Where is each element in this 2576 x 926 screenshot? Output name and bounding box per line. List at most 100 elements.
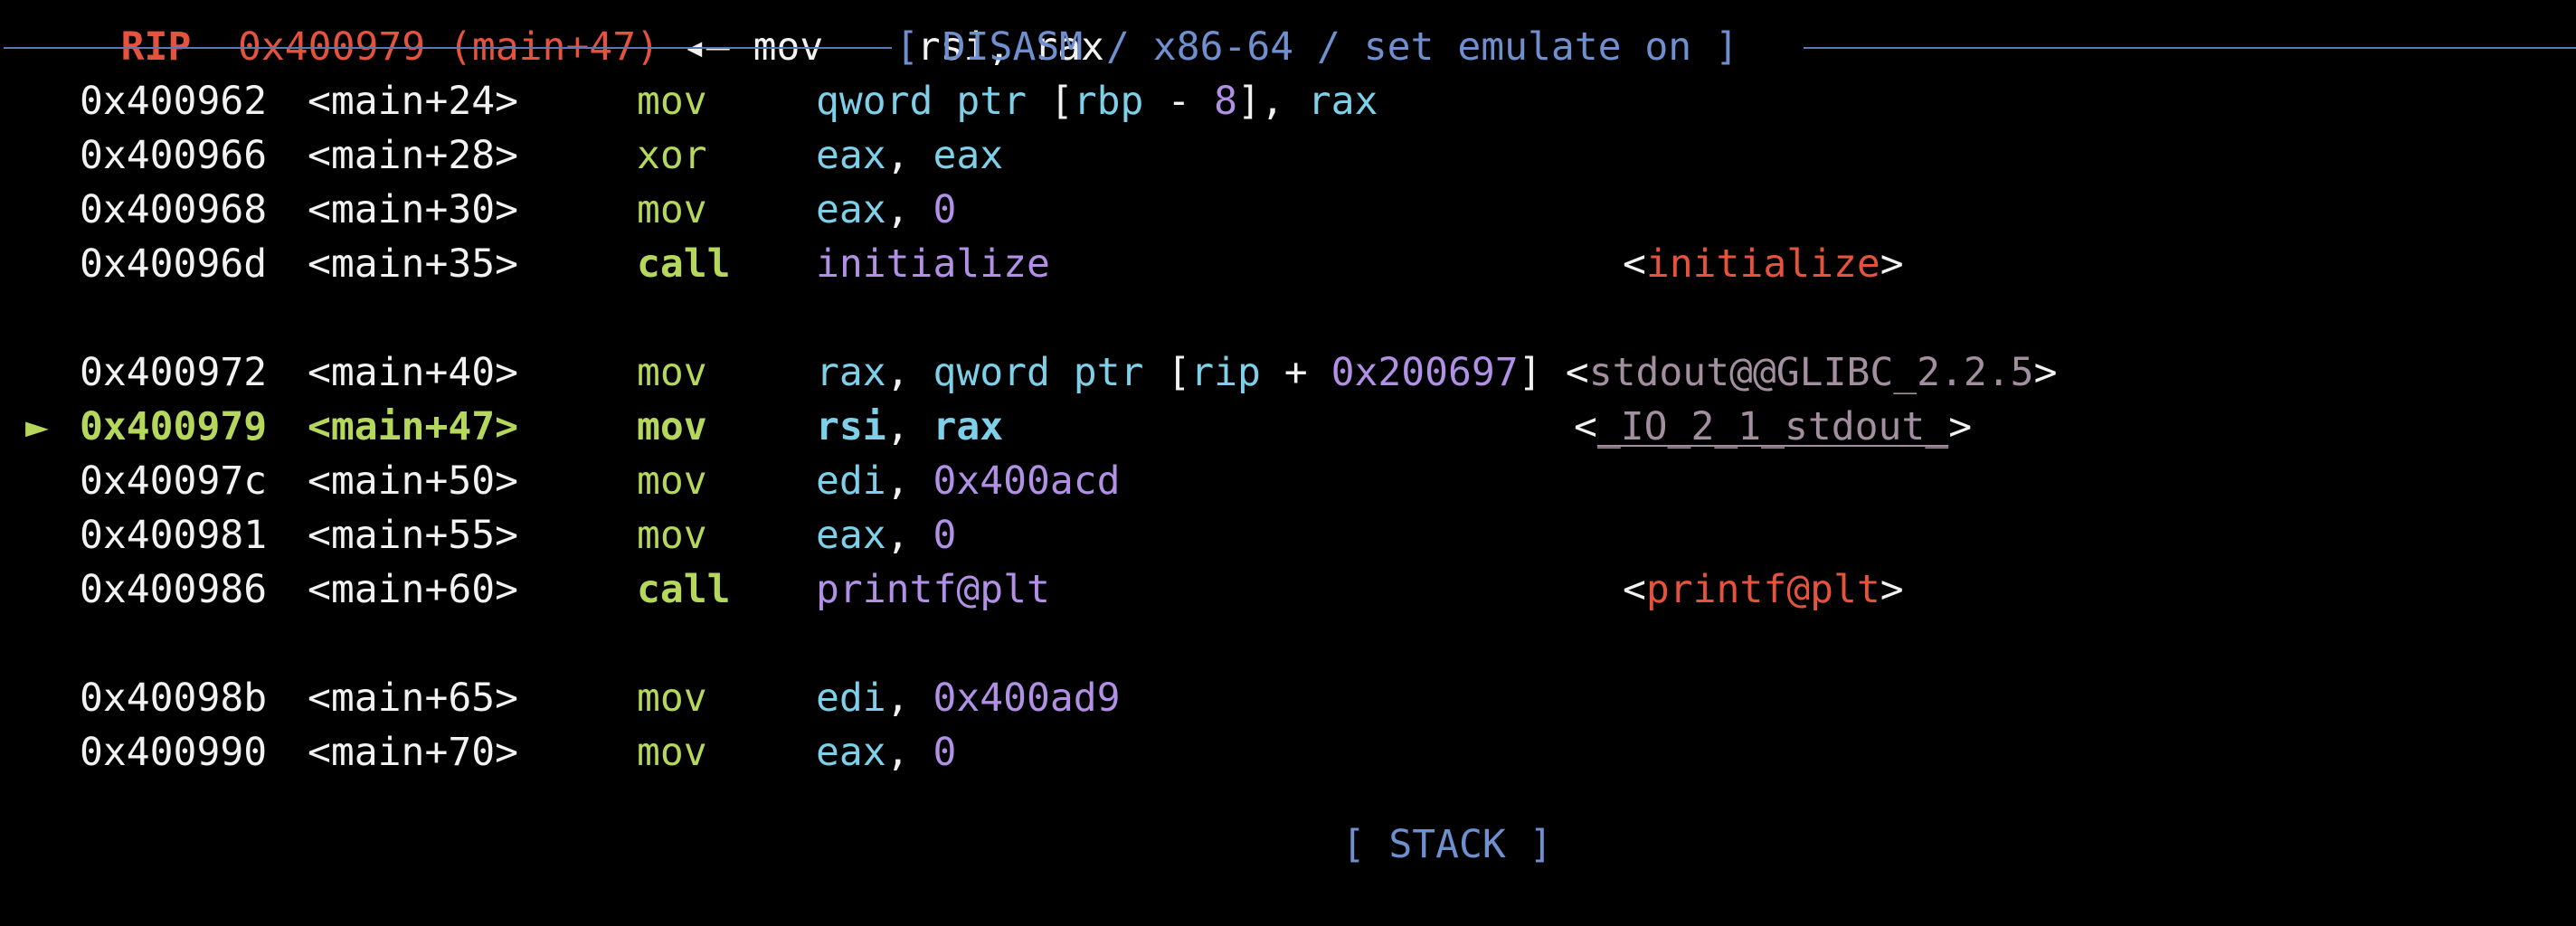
instruction-address: 0x400981 <box>80 513 268 558</box>
stack-banner-title: [ STACK ] <box>1341 822 1553 867</box>
instruction-operands: eax, eax <box>816 128 1003 183</box>
operand-token: rax <box>816 350 886 395</box>
instruction-mnemonic: xor <box>637 133 707 178</box>
instruction-operands: printf@plt <box>816 562 1050 617</box>
instruction-address: 0x400986 <box>80 567 268 612</box>
banner-rule-right <box>1804 47 2576 49</box>
operand-token: edi <box>816 676 886 721</box>
instruction-address: 0x40096d <box>80 241 268 287</box>
instruction-symbol: <main+70> <box>308 730 518 775</box>
operand-token: rax <box>933 404 1004 449</box>
disasm-banner: [ DISASM / x86-64 / set emulate on ] <box>0 20 2576 74</box>
operand-token: , <box>886 730 933 775</box>
instruction-mnemonic: mov <box>637 676 707 721</box>
instruction-address: 0x400966 <box>80 133 268 178</box>
instruction-symbol: <main+60> <box>308 567 518 612</box>
operand-token: 0 <box>933 187 957 232</box>
operand-token: rsi <box>816 404 886 449</box>
instruction-operands: edi, 0x400acd <box>816 454 1121 508</box>
annotation-token: < <box>1623 241 1646 287</box>
operand-token: 8 <box>1214 79 1238 124</box>
operand-token: eax <box>816 513 886 558</box>
operand-token: , <box>886 458 933 504</box>
operand-token: eax <box>816 730 886 775</box>
instruction-symbol: <main+30> <box>308 187 518 232</box>
stack-banner: [ STACK ] <box>1248 763 1553 926</box>
terminal-window[interactable]: RIP 0x400979 (main+47) ◂— mov rsi, rax [… <box>0 0 2576 867</box>
annotation-token: printf@plt <box>1645 567 1880 612</box>
operand-token: ], <box>1237 79 1308 124</box>
annotation-token: > <box>1948 404 1973 449</box>
operand-token: 0x400ad9 <box>933 676 1121 721</box>
instruction-symbol: <main+47> <box>308 404 518 449</box>
operand-token: , <box>886 676 933 721</box>
instruction-mnemonic: mov <box>637 458 707 504</box>
operand-token: initialize <box>816 241 1050 287</box>
annotation-token: > <box>1880 241 1904 287</box>
instruction-mnemonic: mov <box>637 187 707 232</box>
instruction-mnemonic: call <box>637 567 731 612</box>
operand-token: eax <box>816 133 886 178</box>
instruction-address: 0x40098b <box>80 676 268 721</box>
operand-token: [ <box>1167 350 1191 395</box>
operand-token: 0x400acd <box>933 458 1121 504</box>
instruction-address: 0x400968 <box>80 187 268 232</box>
instruction-operands: eax, 0 <box>816 725 956 780</box>
instruction-annotation: <_IO_2_1_stdout_> <box>1574 400 1972 454</box>
instruction-annotation: <printf@plt> <box>1623 562 1904 617</box>
annotation-token: _IO_2_1_stdout_ <box>1596 404 1949 449</box>
disasm-banner-title: [ DISASM / x86-64 / set emulate on ] <box>895 24 1738 70</box>
instruction-symbol: <main+24> <box>308 79 518 124</box>
instruction-mnemonic: call <box>637 241 731 287</box>
instruction-symbol: <main+55> <box>308 513 518 558</box>
operand-token: 0 <box>933 513 957 558</box>
operand-token: ] <box>1518 350 1566 395</box>
instruction-annotation: <initialize> <box>1623 237 1904 291</box>
annotation-token: > <box>1880 567 1904 612</box>
operand-token: eax <box>933 133 1004 178</box>
operand-token: qword ptr <box>933 350 1168 395</box>
operand-token: [ <box>1049 79 1074 124</box>
operand-token: qword ptr <box>816 79 1050 124</box>
annotation-token: initialize <box>1645 241 1880 287</box>
operand-token: , <box>886 513 933 558</box>
instruction-mnemonic: mov <box>637 79 707 124</box>
annotation-token: < <box>1623 567 1646 612</box>
annotation-token: < <box>1574 404 1597 449</box>
instruction-mnemonic: mov <box>637 350 707 395</box>
operand-token: + <box>1260 350 1331 395</box>
instruction-symbol: <main+40> <box>308 350 518 395</box>
instruction-mnemonic: mov <box>637 404 707 449</box>
instruction-mnemonic: mov <box>637 730 707 775</box>
operand-token: , <box>886 133 933 178</box>
instruction-annotation: <stdout@@GLIBC_2.2.5> <box>1566 345 2058 400</box>
instruction-address: 0x400962 <box>80 79 268 124</box>
operand-token: rbp <box>1073 79 1144 124</box>
instruction-symbol: <main+50> <box>308 458 518 504</box>
instruction-operands: eax, 0 <box>816 508 956 562</box>
annotation-token: < <box>1565 350 1589 395</box>
operand-token: , <box>886 350 933 395</box>
operand-token: rip <box>1190 350 1261 395</box>
operand-token: eax <box>816 187 886 232</box>
instruction-address: 0x40097c <box>80 458 268 504</box>
operand-token: edi <box>816 458 886 504</box>
annotation-token: stdout@@GLIBC_2.2.5 <box>1588 350 2034 395</box>
instruction-operands: rax, qword ptr [rip + 0x200697] <box>816 345 1565 400</box>
operand-token: - <box>1143 79 1215 124</box>
instruction-symbol: <main+28> <box>308 133 518 178</box>
instruction-address: 0x400972 <box>80 350 268 395</box>
operand-token: 0x200697 <box>1331 350 1519 395</box>
instruction-symbol: <main+65> <box>308 676 518 721</box>
instruction-operands: eax, 0 <box>816 183 956 237</box>
operand-token: 0 <box>933 730 957 775</box>
instruction-operands: rsi, rax <box>816 400 1003 454</box>
annotation-token: > <box>2033 350 2058 395</box>
operand-token: rax <box>1307 79 1378 124</box>
operand-token: , <box>886 404 933 449</box>
operand-token: , <box>886 187 933 232</box>
instruction-address: 0x400979 <box>80 404 268 449</box>
instruction-operands: initialize <box>816 237 1050 291</box>
operand-token: printf@plt <box>816 567 1050 612</box>
instruction-operands: qword ptr [rbp - 8], rax <box>816 74 1378 128</box>
